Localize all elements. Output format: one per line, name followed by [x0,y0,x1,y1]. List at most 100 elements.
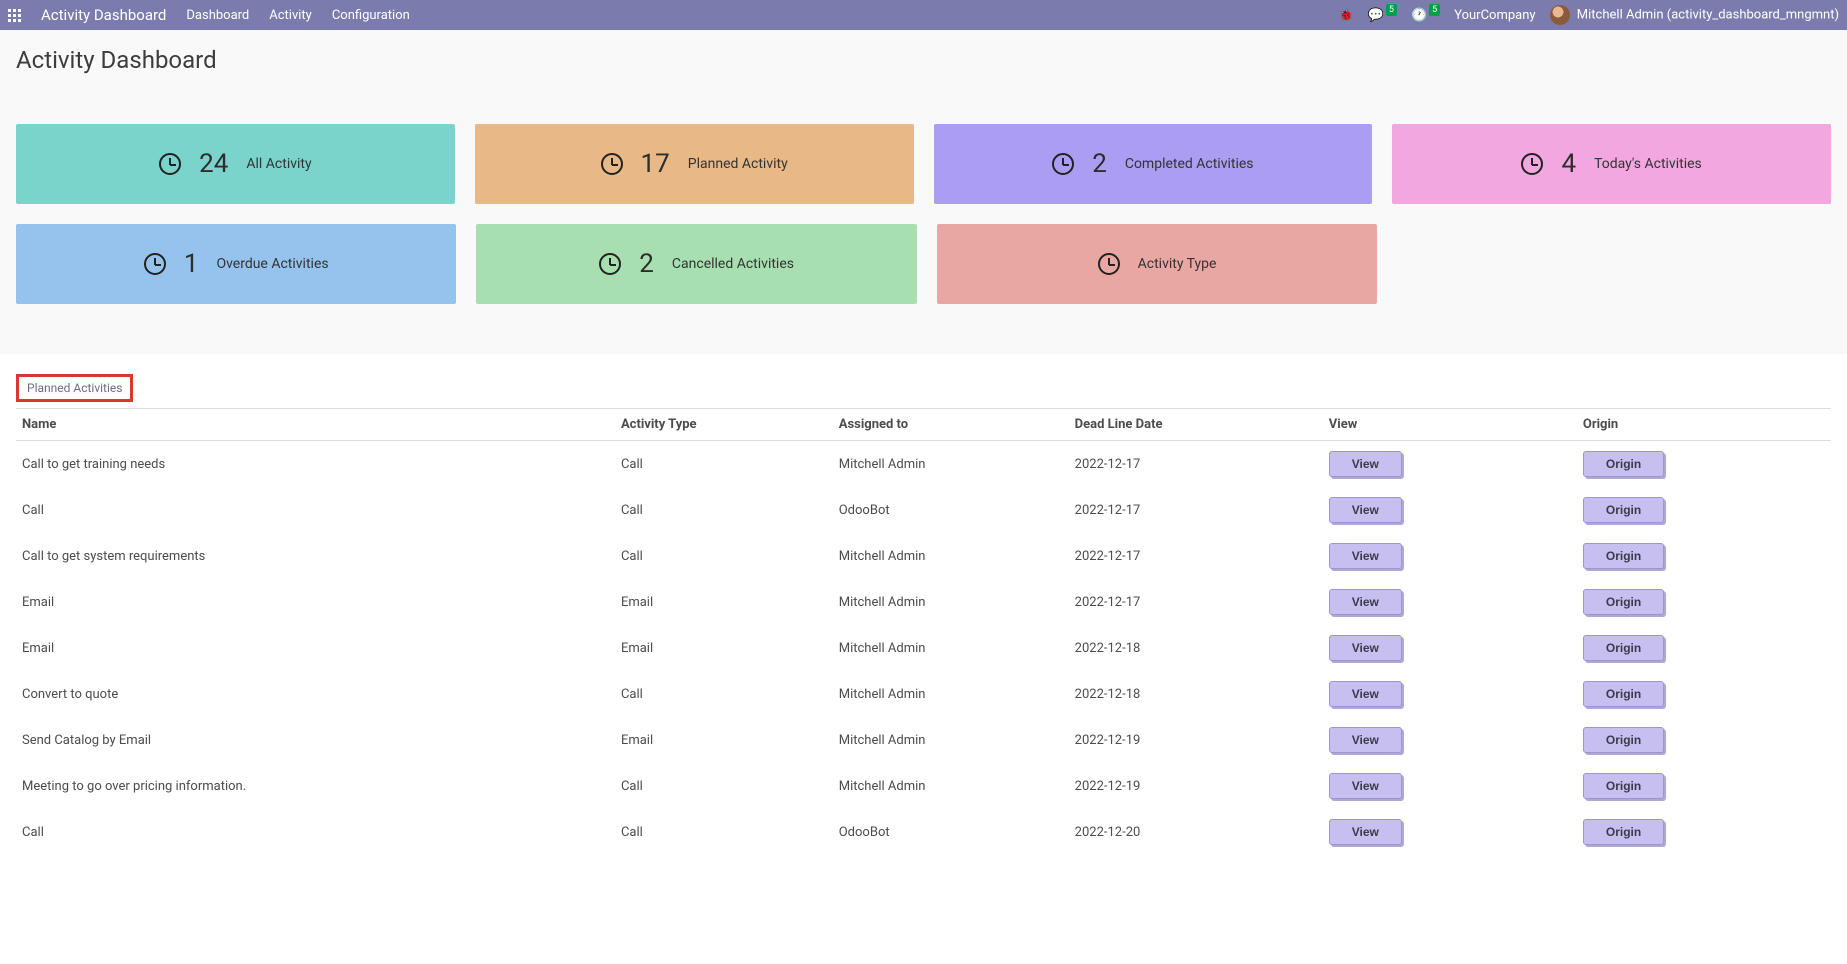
messages-icon[interactable]: 💬 5 [1368,8,1397,23]
col-assigned-to[interactable]: Assigned to [833,409,1069,441]
activities-icon[interactable]: 🕐 5 [1411,8,1440,23]
user-menu[interactable]: Mitchell Admin (activity_dashboard_mngmn… [1550,5,1839,25]
cell-assigned: Mitchell Admin [833,671,1069,717]
avatar [1550,5,1570,25]
cell-origin: Origin [1577,487,1831,533]
table-row: EmailEmailMitchell Admin2022-12-17ViewOr… [16,579,1831,625]
brand[interactable]: Activity Dashboard [41,6,166,24]
cell-origin: Origin [1577,717,1831,763]
cell-type: Email [615,579,833,625]
clock-icon [599,253,621,275]
clock-icon [1521,153,1543,175]
card-count: 4 [1561,149,1576,179]
clock-icon [1052,153,1074,175]
card-label: Completed Activities [1125,156,1254,172]
view-button[interactable]: View [1329,727,1402,753]
view-button[interactable]: View [1329,681,1402,707]
nav-activity[interactable]: Activity [269,8,312,23]
cell-assigned: Mitchell Admin [833,441,1069,488]
page-title: Activity Dashboard [16,46,1831,74]
table-row: CallCallOdooBot2022-12-17ViewOrigin [16,487,1831,533]
card-activity-type[interactable]: Activity Type [937,224,1377,304]
cell-origin: Origin [1577,625,1831,671]
cell-assigned: Mitchell Admin [833,763,1069,809]
card-count: 1 [184,249,199,279]
origin-button[interactable]: Origin [1583,497,1664,523]
cell-origin: Origin [1577,763,1831,809]
table-row: EmailEmailMitchell Admin2022-12-18ViewOr… [16,625,1831,671]
origin-button[interactable]: Origin [1583,727,1664,753]
cell-view: View [1323,487,1577,533]
view-button[interactable]: View [1329,497,1402,523]
card-all-activity[interactable]: 24 All Activity [16,124,455,204]
cell-date: 2022-12-17 [1069,487,1323,533]
card-completed-activities[interactable]: 2 Completed Activities [934,124,1373,204]
cell-date: 2022-12-19 [1069,717,1323,763]
cell-name: Meeting to go over pricing information. [16,763,615,809]
origin-button[interactable]: Origin [1583,819,1664,845]
bug-icon[interactable]: 🐞 [1339,8,1354,22]
cell-name: Send Catalog by Email [16,717,615,763]
card-label: Cancelled Activities [672,256,794,272]
card-label: Overdue Activities [216,256,328,272]
origin-button[interactable]: Origin [1583,773,1664,799]
cell-view: View [1323,441,1577,488]
tab-planned-activities[interactable]: Planned Activities [16,374,133,402]
clock-icon [1098,253,1120,275]
card-count: 2 [1092,149,1107,179]
clock-icon [601,153,623,175]
apps-icon[interactable] [8,9,21,22]
nav-dashboard[interactable]: Dashboard [186,8,249,23]
card-overdue-activities[interactable]: 1 Overdue Activities [16,224,456,304]
view-button[interactable]: View [1329,543,1402,569]
chat-icon: 💬 [1368,8,1384,23]
cards-row-2: 1 Overdue Activities 2 Cancelled Activit… [16,224,1377,304]
view-button[interactable]: View [1329,451,1402,477]
cell-view: View [1323,809,1577,855]
nav-configuration[interactable]: Configuration [332,8,410,23]
view-button[interactable]: View [1329,819,1402,845]
cell-name: Call [16,809,615,855]
cell-type: Call [615,441,833,488]
table-row: Call to get system requirementsCallMitch… [16,533,1831,579]
card-count: 24 [199,149,228,179]
cell-view: View [1323,579,1577,625]
card-todays-activities[interactable]: 4 Today's Activities [1392,124,1831,204]
card-count: 17 [641,149,670,179]
origin-button[interactable]: Origin [1583,543,1664,569]
cell-origin: Origin [1577,809,1831,855]
cell-assigned: OdooBot [833,487,1069,533]
company-selector[interactable]: YourCompany [1454,8,1535,23]
cell-view: View [1323,763,1577,809]
card-cancelled-activities[interactable]: 2 Cancelled Activities [476,224,916,304]
clock-icon: 🕐 [1411,8,1427,23]
origin-button[interactable]: Origin [1583,589,1664,615]
table-row: Call to get training needsCallMitchell A… [16,441,1831,488]
col-origin[interactable]: Origin [1577,409,1831,441]
cell-date: 2022-12-18 [1069,625,1323,671]
table-header-row: Name Activity Type Assigned to Dead Line… [16,409,1831,441]
col-name[interactable]: Name [16,409,615,441]
col-activity-type[interactable]: Activity Type [615,409,833,441]
view-button[interactable]: View [1329,589,1402,615]
card-label: All Activity [246,156,311,172]
card-planned-activity[interactable]: 17 Planned Activity [475,124,914,204]
col-deadline[interactable]: Dead Line Date [1069,409,1323,441]
table-row: Send Catalog by EmailEmailMitchell Admin… [16,717,1831,763]
col-view[interactable]: View [1323,409,1577,441]
origin-button[interactable]: Origin [1583,451,1664,477]
origin-button[interactable]: Origin [1583,635,1664,661]
cell-type: Call [615,671,833,717]
cell-name: Call [16,487,615,533]
cell-assigned: Mitchell Admin [833,533,1069,579]
view-button[interactable]: View [1329,635,1402,661]
content: Planned Activities Name Activity Type As… [0,354,1847,875]
view-button[interactable]: View [1329,773,1402,799]
cell-date: 2022-12-17 [1069,533,1323,579]
hero-section: Activity Dashboard 24 All Activity 17 Pl… [0,30,1847,354]
cell-date: 2022-12-18 [1069,671,1323,717]
cell-type: Email [615,625,833,671]
topbar: Activity Dashboard Dashboard Activity Co… [0,0,1847,30]
origin-button[interactable]: Origin [1583,681,1664,707]
topbar-right: 🐞 💬 5 🕐 5 YourCompany Mitchell Admin (ac… [1339,5,1839,25]
